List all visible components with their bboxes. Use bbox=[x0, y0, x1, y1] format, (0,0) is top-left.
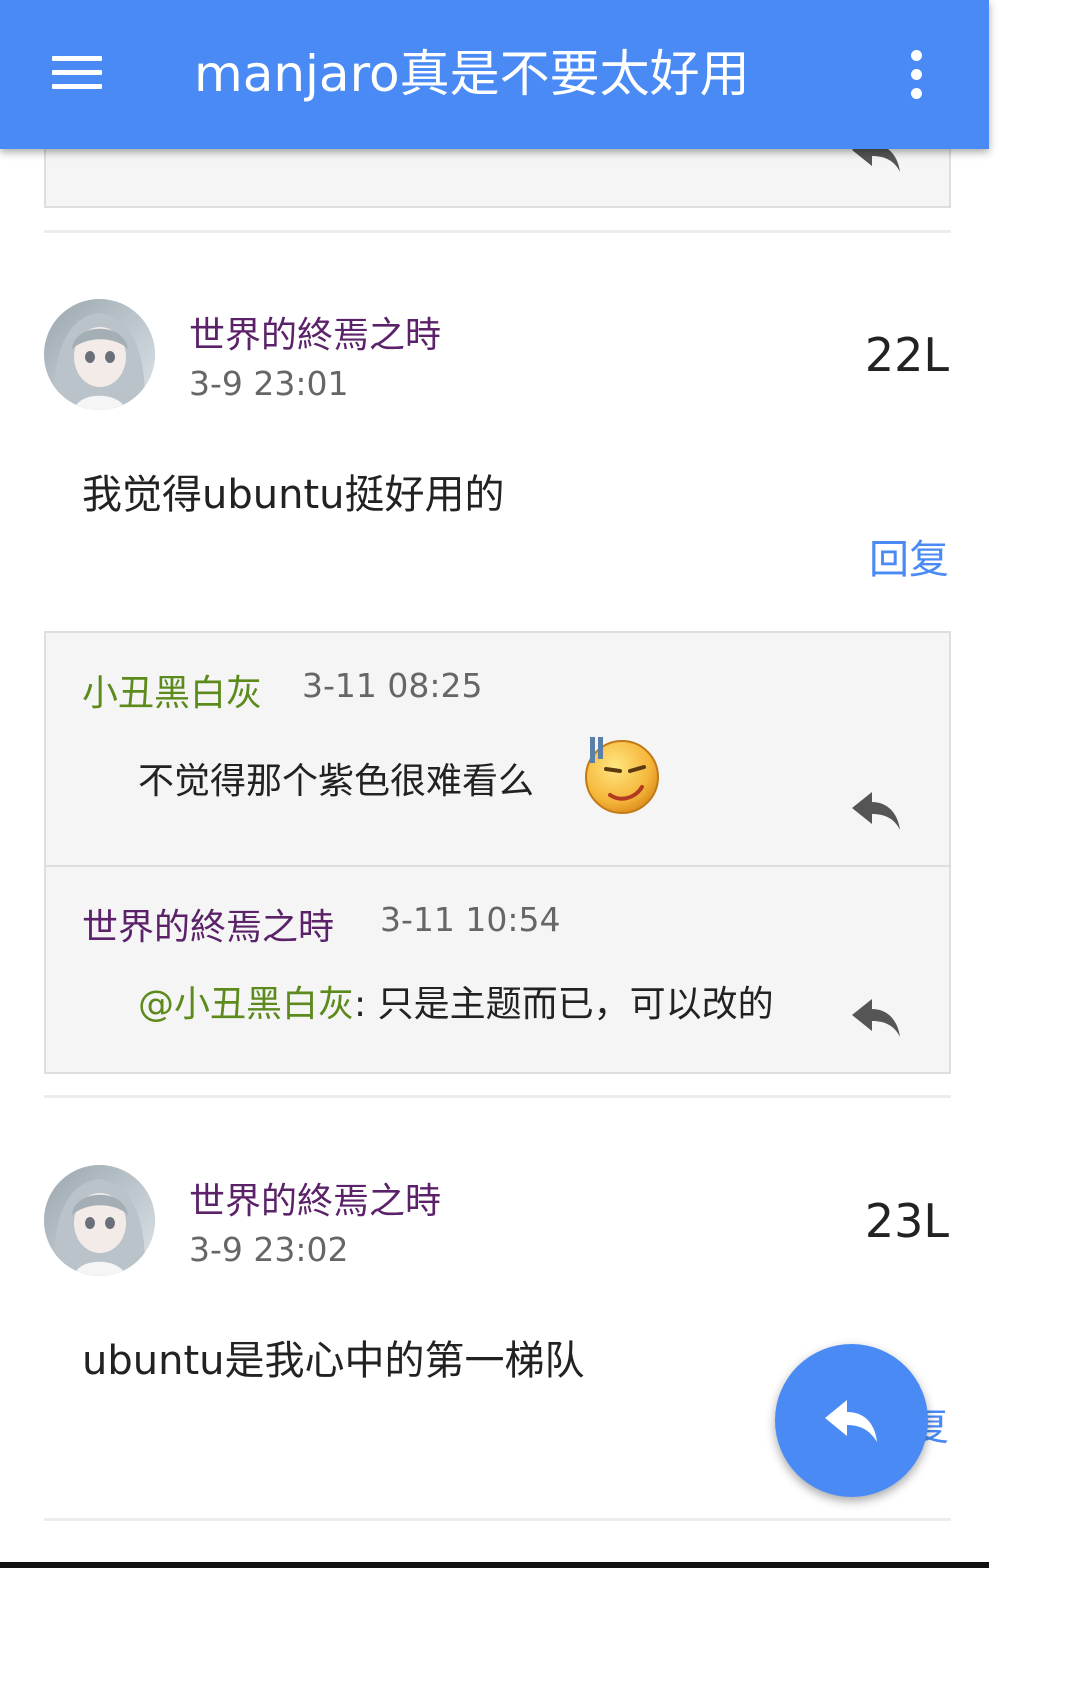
post-author[interactable]: 世界的終焉之時 bbox=[189, 1172, 441, 1224]
post-content: 我觉得ubuntu挺好用的 bbox=[82, 472, 505, 518]
reply-fab-button[interactable] bbox=[775, 1344, 928, 1497]
more-vert-icon[interactable] bbox=[906, 50, 928, 100]
bottom-edge bbox=[0, 1562, 989, 1568]
menu-icon[interactable] bbox=[52, 56, 102, 90]
mention-link[interactable]: @小丑黑白灰 bbox=[138, 984, 354, 1025]
post-content: ubuntu是我心中的第一梯队 bbox=[82, 1338, 585, 1384]
app-bar: manjaro真是不要太好用 bbox=[0, 0, 989, 149]
reply-link[interactable]: 回复 bbox=[869, 527, 949, 585]
sub-reply-time: 3-11 08:25 bbox=[302, 666, 483, 705]
sub-reply-author[interactable]: 世界的終焉之時 bbox=[82, 898, 334, 950]
floor-number: 23L bbox=[864, 1194, 949, 1248]
sub-reply-text: @小丑黑白灰: 只是主题而已，可以改的 bbox=[138, 975, 774, 1027]
sub-reply-text: 不觉得那个紫色很难看么 bbox=[138, 761, 535, 802]
floor-number: 22L bbox=[864, 328, 949, 382]
post-divider bbox=[44, 1518, 951, 1521]
avatar[interactable] bbox=[44, 1165, 155, 1276]
reply-arrow-icon[interactable] bbox=[850, 788, 902, 832]
post-divider bbox=[44, 230, 951, 233]
sweat-smile-emoji-icon bbox=[585, 737, 659, 814]
sub-reply-author[interactable]: 小丑黑白灰 bbox=[82, 664, 262, 716]
post-divider bbox=[44, 1095, 951, 1098]
post-author[interactable]: 世界的終焉之時 bbox=[189, 306, 441, 358]
sub-reply-divider bbox=[46, 865, 949, 867]
avatar[interactable] bbox=[44, 299, 155, 410]
reply-arrow-icon[interactable] bbox=[850, 995, 902, 1039]
post-time: 3-9 23:01 bbox=[189, 364, 349, 403]
sub-reply-time: 3-11 10:54 bbox=[380, 900, 561, 939]
sub-reply-message: : 只是主题而已，可以改的 bbox=[354, 984, 774, 1025]
sub-reply-box: 小丑黑白灰 3-11 08:25 不觉得那个紫色很难看么 世界的終焉之時 3-1… bbox=[44, 631, 951, 1074]
page-title: manjaro真是不要太好用 bbox=[194, 45, 750, 103]
post-time: 3-9 23:02 bbox=[189, 1230, 349, 1269]
reply-icon bbox=[825, 1400, 877, 1442]
